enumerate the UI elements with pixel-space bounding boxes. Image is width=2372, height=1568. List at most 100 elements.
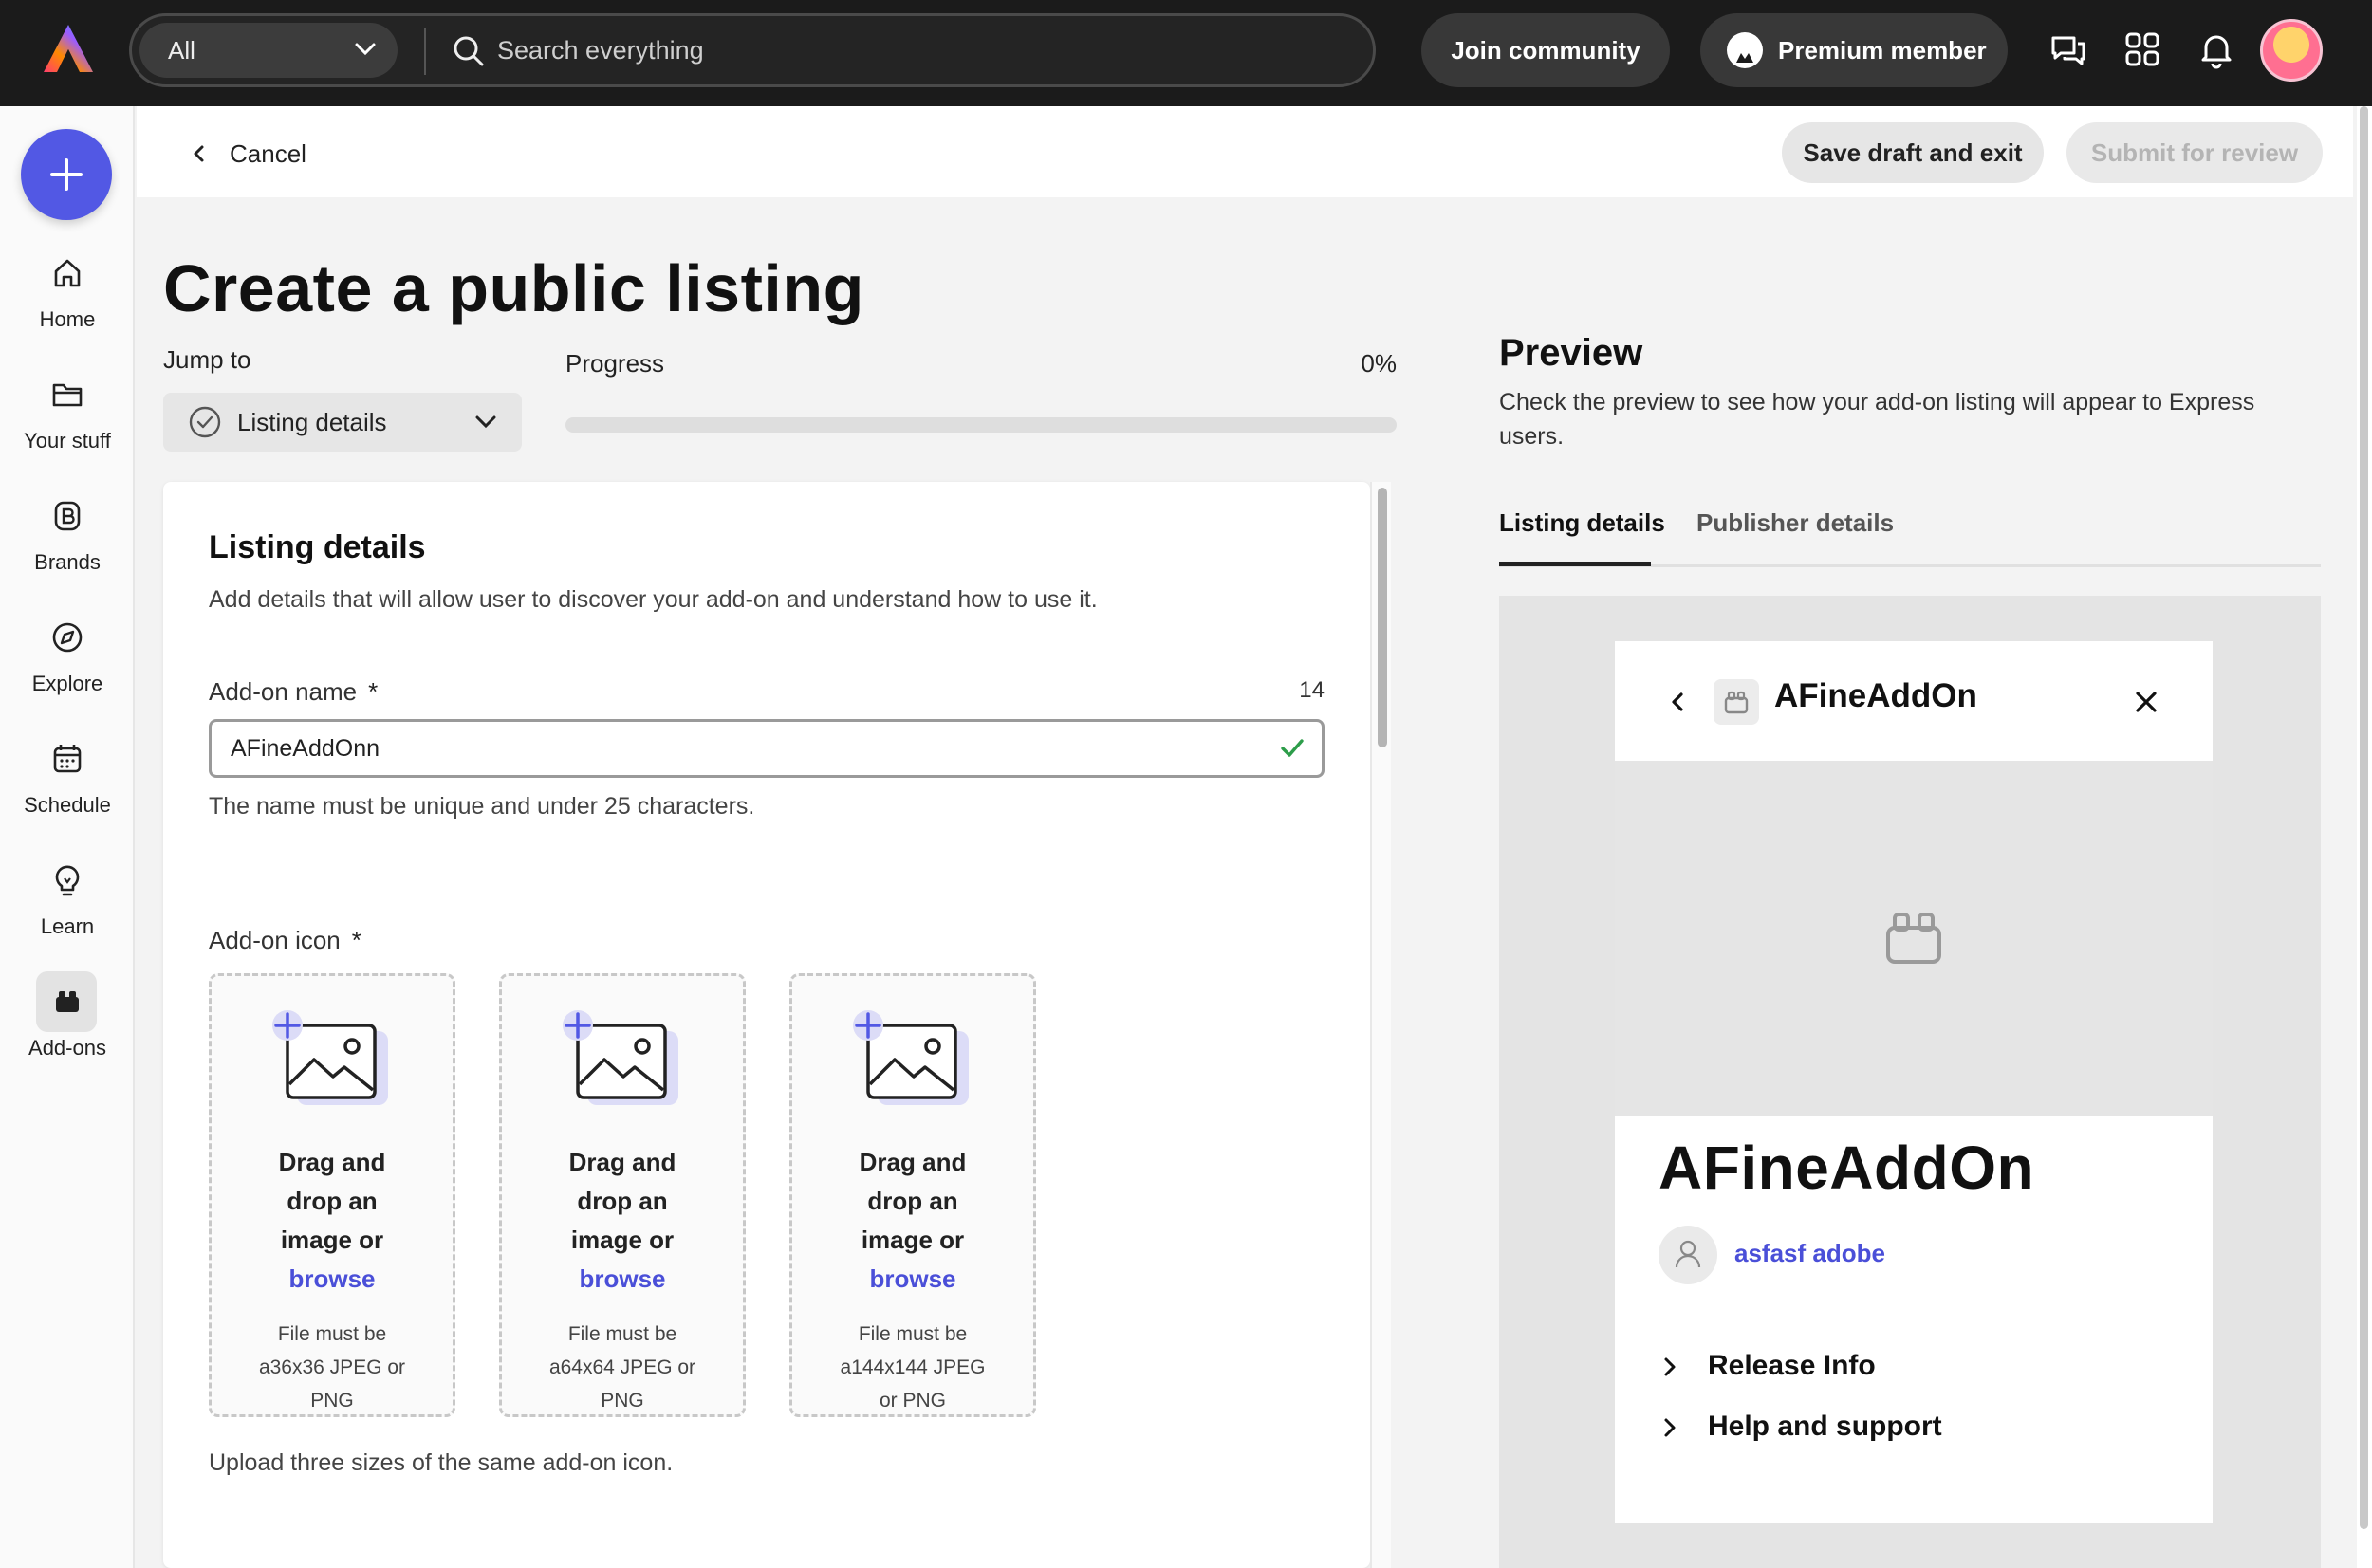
premium-badge-icon: [1727, 32, 1763, 68]
dropzone-requirements: File must be a144x144 JPEG or PNG: [792, 1318, 1033, 1417]
rail-item-label: Schedule: [24, 793, 111, 817]
rail-item-label: Explore: [31, 672, 103, 695]
rail-item-learn[interactable]: Learn: [0, 861, 135, 966]
rail-item-brands[interactable]: Brands: [0, 497, 135, 601]
form-scrollbar[interactable]: [1370, 482, 1391, 1568]
addon-name-value: AFineAddOnn: [231, 735, 380, 762]
image-upload-icon: [563, 1010, 678, 1105]
requirement-text: a144x144 JPEG: [840, 1356, 986, 1378]
preview-panel: AFineAddOn AFineAddOn asfasf adobe Relea…: [1615, 641, 2213, 1523]
cancel-label: Cancel: [230, 139, 306, 168]
calendar-icon: [53, 745, 82, 773]
dropzone-text: image or: [570, 1226, 675, 1254]
progress-bar: [565, 417, 1397, 433]
premium-member-button[interactable]: Premium member: [1700, 13, 2008, 87]
icon-dropzone-36[interactable]: Drag and drop an image or browse File mu…: [209, 973, 455, 1417]
dropzone-text: drop an: [867, 1187, 958, 1215]
help-support-label: Help and support: [1708, 1411, 1942, 1442]
dropzone-text: Drag and: [568, 1148, 676, 1176]
bell-icon[interactable]: [2196, 28, 2237, 70]
dropzone-requirements: File must be a64x64 JPEG or PNG: [502, 1318, 743, 1417]
rail-item-schedule[interactable]: Schedule: [0, 740, 135, 844]
required-marker: *: [368, 677, 379, 706]
user-icon: [1675, 1240, 1701, 1268]
preview-hero: [1615, 761, 2213, 1116]
tab-listing-details[interactable]: Listing details: [1499, 508, 1665, 538]
create-button[interactable]: [21, 129, 112, 220]
search-input[interactable]: Search everything: [497, 16, 704, 84]
chevron-left-icon: [194, 145, 204, 162]
cancel-button[interactable]: Cancel: [190, 135, 306, 173]
author-link[interactable]: asfasf adobe: [1734, 1239, 1885, 1268]
search-bar[interactable]: All Search everything: [129, 13, 1376, 87]
requirement-text: PNG: [601, 1390, 644, 1411]
join-community-button[interactable]: Join community: [1421, 13, 1670, 87]
preview-tabs: Listing details Publisher details: [1499, 505, 2321, 567]
dropzone-instructions: Drag and drop an image or browse: [212, 1143, 453, 1299]
rail-item-home[interactable]: Home: [0, 254, 135, 359]
image-upload-icon: [853, 1010, 969, 1105]
search-divider: [424, 28, 426, 75]
top-bar: All Search everything Join community Pre…: [0, 0, 2372, 106]
dropzone-text: image or: [861, 1226, 965, 1254]
preview-app-name: AFineAddOn: [1774, 677, 1977, 714]
addons-outline-icon: [1724, 691, 1749, 714]
progress-label: Progress: [565, 349, 665, 378]
browse-link[interactable]: browse: [212, 1260, 453, 1299]
release-info-row[interactable]: Release Info: [1662, 1347, 1876, 1385]
addon-app-icon: [1714, 679, 1759, 725]
apps-grid-icon[interactable]: [2122, 28, 2163, 70]
jump-to-label: Jump to: [163, 345, 251, 374]
help-support-row[interactable]: Help and support: [1662, 1408, 1942, 1446]
rail-item-addons[interactable]: Add-ons: [0, 971, 135, 1087]
search-scope-value: All: [168, 36, 195, 65]
icon-dropzone-144[interactable]: Drag and drop an image or browse File mu…: [789, 973, 1036, 1417]
page-title: Create a public listing: [163, 251, 864, 325]
rail-item-label: Learn: [40, 914, 95, 938]
addon-name-input[interactable]: AFineAddOnn: [209, 719, 1325, 778]
rail-item-label: Home: [39, 307, 96, 331]
dropzone-text: Drag and: [859, 1148, 967, 1176]
rail-item-your-stuff[interactable]: Your stuff: [0, 376, 135, 480]
page-scrollbar[interactable]: [2357, 106, 2372, 1568]
required-marker: *: [351, 926, 361, 954]
search-scope-select[interactable]: All: [139, 23, 398, 78]
form-scrollbar-thumb[interactable]: [1378, 488, 1387, 747]
listing-form-card: Listing details Add details that will al…: [163, 482, 1370, 1568]
requirement-text: a36x36 JPEG or: [258, 1356, 406, 1378]
chevron-right-icon: [1664, 1418, 1676, 1437]
jump-to-value: Listing details: [237, 408, 387, 436]
character-count: 14: [1299, 677, 1325, 703]
left-rail: Home Your stuff Brands Explore Schedule …: [0, 106, 135, 1568]
browse-link[interactable]: browse: [502, 1260, 743, 1299]
chevron-left-icon: [1672, 692, 1683, 711]
tab-publisher-details[interactable]: Publisher details: [1696, 508, 1894, 538]
search-icon: [454, 36, 484, 66]
preview-title: Preview: [1499, 332, 1643, 374]
dropzone-text: drop an: [287, 1187, 378, 1215]
rail-item-label: Add-ons: [28, 1036, 106, 1060]
active-tab-indicator: [1499, 562, 1651, 566]
section-title: Listing details: [209, 529, 426, 565]
rail-item-label: Brands: [34, 550, 101, 574]
addons-icon: [56, 991, 79, 1012]
rail-item-explore[interactable]: Explore: [0, 618, 135, 723]
app-logo-icon[interactable]: [42, 23, 95, 76]
addon-name-help: The name must be unique and under 25 cha…: [209, 793, 755, 820]
page-scrollbar-thumb[interactable]: [2360, 106, 2368, 1529]
requirement-text: File must be: [277, 1323, 387, 1345]
author-avatar: [1659, 1226, 1717, 1284]
browse-link[interactable]: browse: [792, 1260, 1033, 1299]
dropzone-text: Drag and: [278, 1148, 386, 1176]
chevron-down-icon: [475, 415, 496, 429]
user-avatar[interactable]: [2260, 19, 2323, 82]
addon-icon-label-text: Add-on icon: [209, 926, 341, 954]
dropzone-instructions: Drag and drop an image or browse: [792, 1143, 1033, 1299]
jump-to-select[interactable]: Listing details: [163, 393, 522, 452]
icon-dropzone-64[interactable]: Drag and drop an image or browse File mu…: [499, 973, 746, 1417]
save-draft-button[interactable]: Save draft and exit: [1782, 122, 2044, 183]
submit-review-button[interactable]: Submit for review: [2066, 122, 2323, 183]
chat-icon[interactable]: [2048, 28, 2089, 70]
checkmark-icon: [1281, 739, 1304, 757]
progress-value: 0%: [1361, 349, 1397, 378]
